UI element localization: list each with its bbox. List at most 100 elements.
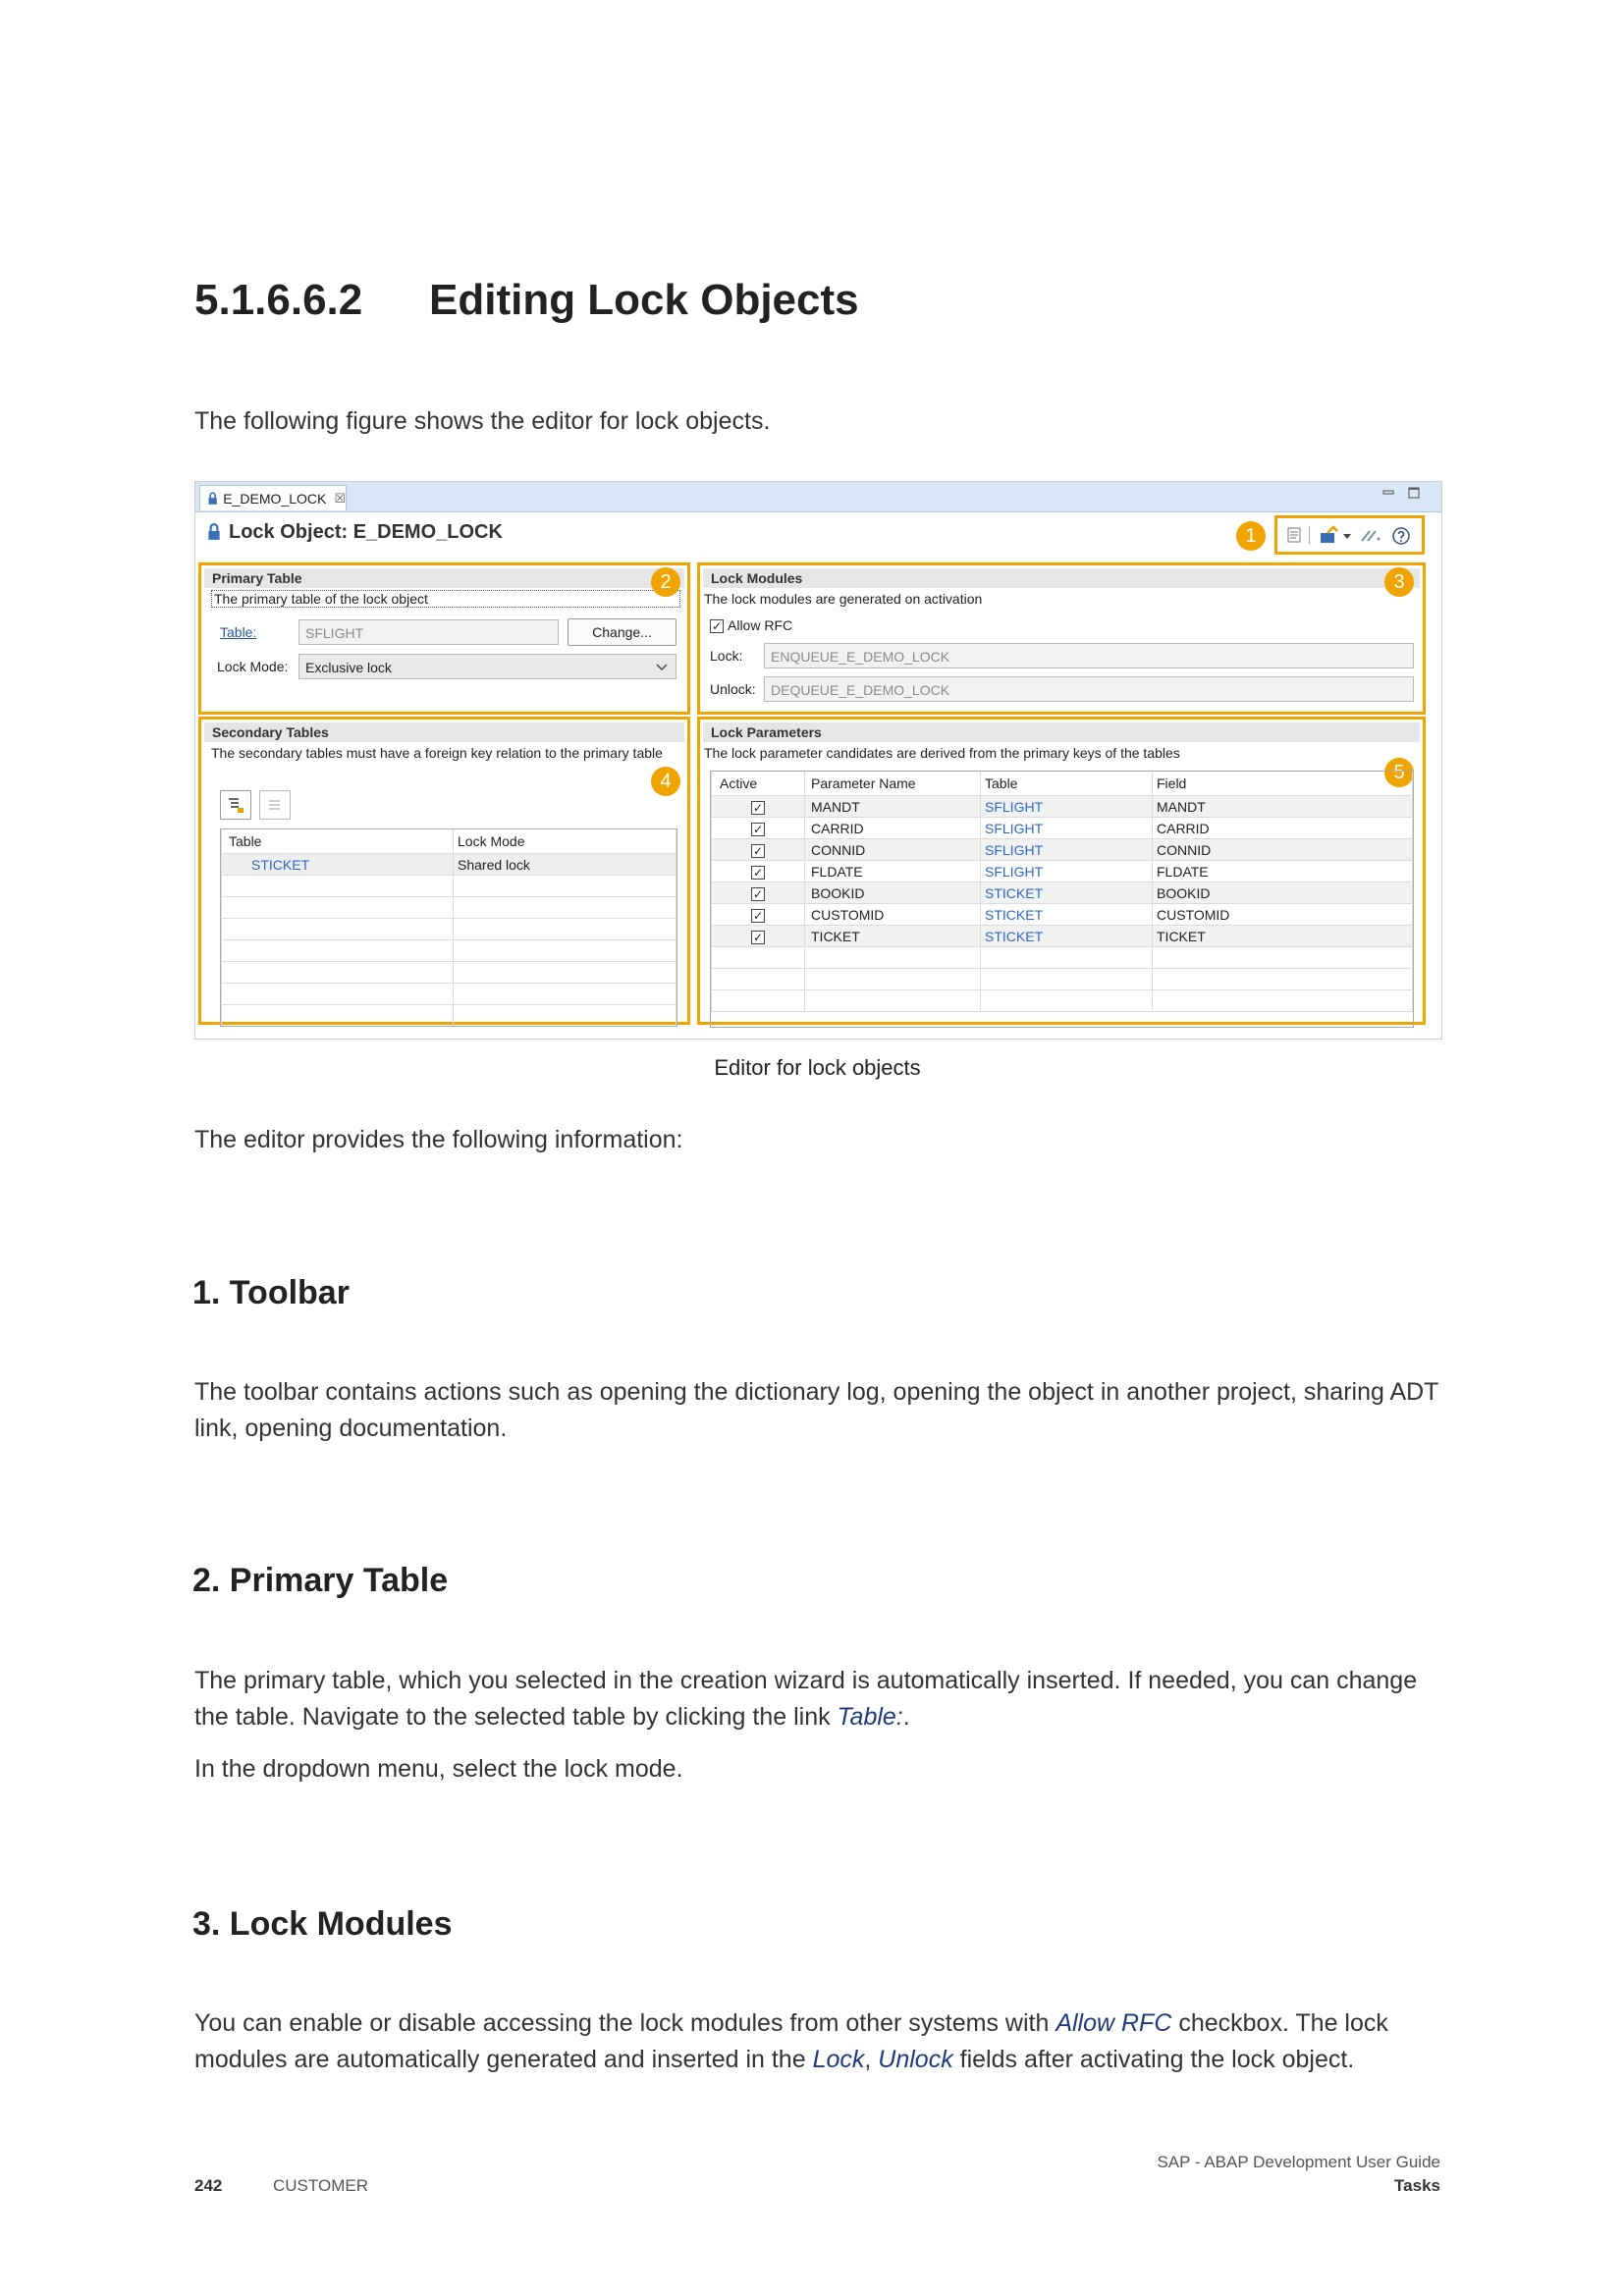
table-cell: CUSTOMID (1152, 903, 1413, 926)
editor-tab-bar: E_DEMO_LOCK ☒ (195, 482, 1441, 512)
table-cell: SFLIGHT (980, 795, 1153, 818)
table-cell: ✓ (711, 795, 805, 818)
active-checkbox[interactable]: ✓ (751, 800, 765, 815)
table-row (221, 918, 677, 940)
chapter-name: Tasks (1394, 2176, 1440, 2195)
marker-2: 2 (651, 567, 680, 597)
column-header-table[interactable]: Table (221, 829, 454, 854)
lock-modules-section-heading: 3. Lock Modules (192, 1905, 453, 1943)
table-cell: TICKET (1152, 925, 1413, 947)
table-row (711, 946, 1413, 969)
table-row[interactable]: STICKET Shared lock (221, 853, 677, 876)
column-header-table[interactable]: Table (980, 772, 1153, 796)
table-row[interactable]: ✓ FLDATE SFLIGHT FLDATE (711, 860, 1413, 882)
unlock-module-field[interactable]: DEQUEUE_E_DEMO_LOCK (764, 676, 1414, 702)
share-link-icon[interactable] (1360, 527, 1381, 547)
lock-object-icon (208, 491, 217, 505)
column-header-active[interactable]: Active (711, 772, 805, 796)
toolbar-text: The toolbar contains actions such as ope… (194, 1378, 1439, 1442)
lock-parameters-panel: Lock Parameters The lock parameter candi… (697, 717, 1426, 1028)
table-row[interactable]: ✓ BOOKID STICKET BOOKID (711, 881, 1413, 904)
table-cell: CONNID (1152, 838, 1413, 861)
table-row[interactable]: ✓ CUSTOMID STICKET CUSTOMID (711, 903, 1413, 926)
column-header-parameter-name[interactable]: Parameter Name (804, 772, 981, 796)
page-number: 242 (194, 2176, 223, 2195)
table-cell: ✓ (711, 838, 805, 861)
primary-table-field[interactable]: SFLIGHT (298, 619, 559, 645)
primary-table-text: The primary table, which you selected in… (194, 1663, 1441, 1735)
change-button[interactable]: Change... (568, 618, 677, 646)
table-cell: FLDATE (804, 860, 981, 882)
secondary-tables-heading: Secondary Tables (204, 722, 684, 742)
minimize-icon[interactable] (1381, 486, 1395, 500)
table-row[interactable]: ✓ TICKET STICKET TICKET (711, 925, 1413, 947)
add-table-button[interactable] (220, 790, 251, 820)
text-run: The primary table, which you selected in… (194, 1667, 1418, 1731)
table-cell: ✓ (711, 925, 805, 947)
lock-modules-description: The lock modules are generated on activa… (704, 591, 983, 607)
intro-text: The following figure shows the editor fo… (194, 407, 771, 435)
table-link-reference[interactable]: Table: (838, 1703, 903, 1731)
marker-1: 1 (1236, 521, 1266, 551)
marker-3: 3 (1384, 567, 1414, 597)
active-checkbox[interactable]: ✓ (751, 865, 765, 880)
table-row (711, 989, 1413, 1012)
lock-modules-text: You can enable or disable accessing the … (194, 2005, 1441, 2078)
active-checkbox[interactable]: ✓ (751, 930, 765, 944)
text-run: You can enable or disable accessing the … (194, 2009, 1056, 2037)
maximize-icon[interactable] (1407, 486, 1421, 500)
editor-tab[interactable]: E_DEMO_LOCK ☒ (199, 485, 347, 510)
marker-4: 4 (651, 767, 680, 796)
allow-rfc-reference: Allow RFC (1056, 2009, 1172, 2037)
editor-tab-label: E_DEMO_LOCK (223, 490, 327, 507)
table-cell: TICKET (804, 925, 981, 947)
active-checkbox[interactable]: ✓ (751, 843, 765, 858)
allow-rfc-checkbox[interactable]: ✓ (710, 619, 724, 633)
table-cell: CONNID (804, 838, 981, 861)
add-table-icon (229, 798, 244, 813)
primary-table-section-heading: 2. Primary Table (192, 1562, 449, 1599)
table-row (711, 968, 1413, 990)
lock-modules-heading: Lock Modules (703, 568, 1420, 588)
remove-table-button[interactable] (259, 790, 291, 820)
table-cell: ✓ (711, 881, 805, 904)
lock-module-field[interactable]: ENQUEUE_E_DEMO_LOCK (764, 643, 1414, 668)
lock-parameters-grid: Active Parameter Name Table Field ✓ MANDT… (710, 771, 1414, 1028)
column-header-lock-mode[interactable]: Lock Mode (453, 829, 677, 854)
table-cell: CARRID (1152, 817, 1413, 839)
text-run: fields after activating the lock object. (952, 2046, 1355, 2073)
table-cell: Shared lock (453, 853, 677, 876)
lock-modules-panel: Lock Modules The lock modules are genera… (697, 562, 1426, 715)
table-row[interactable]: ✓ CONNID SFLIGHT CONNID (711, 838, 1413, 861)
text-run: . (902, 1703, 910, 1731)
help-icon[interactable] (1391, 526, 1411, 550)
section-title: Editing Lock Objects (429, 276, 859, 324)
section-number: 5.1.6.6.2 (194, 276, 363, 324)
table-cell: ✓ (711, 817, 805, 839)
unlock-label: Unlock: (710, 681, 756, 697)
classification: CUSTOMER (273, 2176, 368, 2195)
table-cell: ✓ (711, 903, 805, 926)
active-checkbox[interactable]: ✓ (751, 886, 765, 901)
primary-table-text-2: In the dropdown menu, select the lock mo… (194, 1755, 683, 1783)
table-cell: SFLIGHT (980, 817, 1153, 839)
column-header-field[interactable]: Field (1152, 772, 1413, 796)
secondary-tables-panel: Secondary Tables The secondary tables mu… (198, 717, 690, 1027)
dictionary-log-icon[interactable] (1285, 526, 1303, 548)
tab-close-icon[interactable]: ☒ (334, 491, 346, 507)
active-checkbox[interactable]: ✓ (751, 822, 765, 836)
table-cell: STICKET (980, 881, 1153, 904)
lock-mode-select[interactable]: Exclusive lock (298, 654, 677, 679)
table-cell: CUSTOMID (804, 903, 981, 926)
chevron-down-icon[interactable] (1342, 528, 1352, 545)
table-cell: STICKET (221, 853, 454, 876)
primary-table-heading: Primary Table (204, 568, 684, 588)
table-link[interactable]: Table: (220, 624, 256, 640)
text-run: , (864, 2046, 879, 2073)
table-row[interactable]: ✓ MANDT SFLIGHT MANDT (711, 795, 1413, 818)
allow-rfc-label: Allow RFC (728, 617, 793, 633)
table-row[interactable]: ✓ CARRID SFLIGHT CARRID (711, 817, 1413, 839)
open-in-project-icon[interactable] (1319, 525, 1340, 549)
active-checkbox[interactable]: ✓ (751, 908, 765, 923)
secondary-tables-grid: Table Lock Mode STICKET Shared lock (220, 828, 677, 1027)
